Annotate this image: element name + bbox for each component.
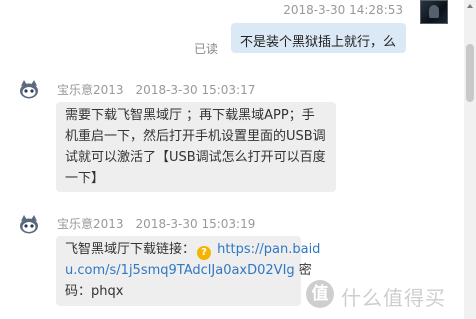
watermark-logo-icon: 值: [306, 280, 334, 308]
message-time: 2018-3-30 15:03:19: [135, 217, 256, 231]
message-header: 宝乐意2013 2018-3-30 15:03:17: [57, 81, 255, 98]
message-line: u.com/s/1j5smq9TAdclJa0axD02VIg 密: [65, 260, 312, 281]
link-prefix-text: 飞智黑域厅下载链接：: [65, 242, 196, 257]
sender-avatar-icon[interactable]: [18, 78, 40, 100]
chat-history: 2018-3-30 14:28:53 不是装个黑狱插上就行，么 已读 宝乐意20…: [0, 0, 464, 319]
sender-name: 宝乐意2013: [57, 217, 124, 231]
vertical-scrollbar[interactable]: [464, 0, 476, 319]
watermark-text: 什么值得买: [341, 286, 446, 310]
message-time: 2018-3-30 15:03:17: [135, 83, 256, 97]
incoming-message-bubble: 飞智黑域厅下载链接：? https://pan.baid u.com/s/1j5…: [56, 236, 320, 306]
message-line: 一下】: [65, 171, 105, 186]
message-line: 飞智黑域厅下载链接：? https://pan.baid: [65, 239, 320, 260]
message-line: 码：phqx: [65, 284, 124, 299]
outgoing-message-text: 不是装个黑狱插上就行，么: [240, 35, 397, 50]
outgoing-message-bubble: 不是装个黑狱插上就行，么: [231, 23, 406, 53]
message-line: 试就可以激活了【USB调试怎么打开可以百度: [65, 150, 326, 165]
self-avatar[interactable]: [420, 0, 448, 24]
scrollbar-thumb[interactable]: [466, 44, 474, 102]
read-status-label: 已读: [194, 42, 219, 56]
sender-avatar-icon[interactable]: [18, 213, 40, 235]
message-line: 机重启一下，然后打开手机设置里面的USB调: [65, 129, 326, 144]
sender-name: 宝乐意2013: [57, 83, 124, 97]
download-link[interactable]: u.com/s/1j5smq9TAdclJa0axD02VIg: [65, 263, 295, 278]
incoming-message-bubble: 需要下载飞智黑域厅 ；再下载黑域APP；手 机重启一下，然后打开手机设置里面的U…: [56, 102, 336, 192]
message-header: 宝乐意2013 2018-3-30 15:03:19: [57, 215, 255, 232]
message-line: 需要下载飞智黑域厅 ；再下载黑域APP；手: [65, 108, 315, 123]
scroll-up-arrow-icon[interactable]: [464, 0, 476, 12]
password-label: 密: [294, 263, 312, 278]
outgoing-timestamp: 2018-3-30 14:28:53: [283, 3, 403, 17]
watermark: 值 什么值得买: [306, 280, 468, 310]
question-hint-icon: ?: [197, 246, 212, 260]
download-link[interactable]: https://pan.baid: [217, 242, 320, 257]
